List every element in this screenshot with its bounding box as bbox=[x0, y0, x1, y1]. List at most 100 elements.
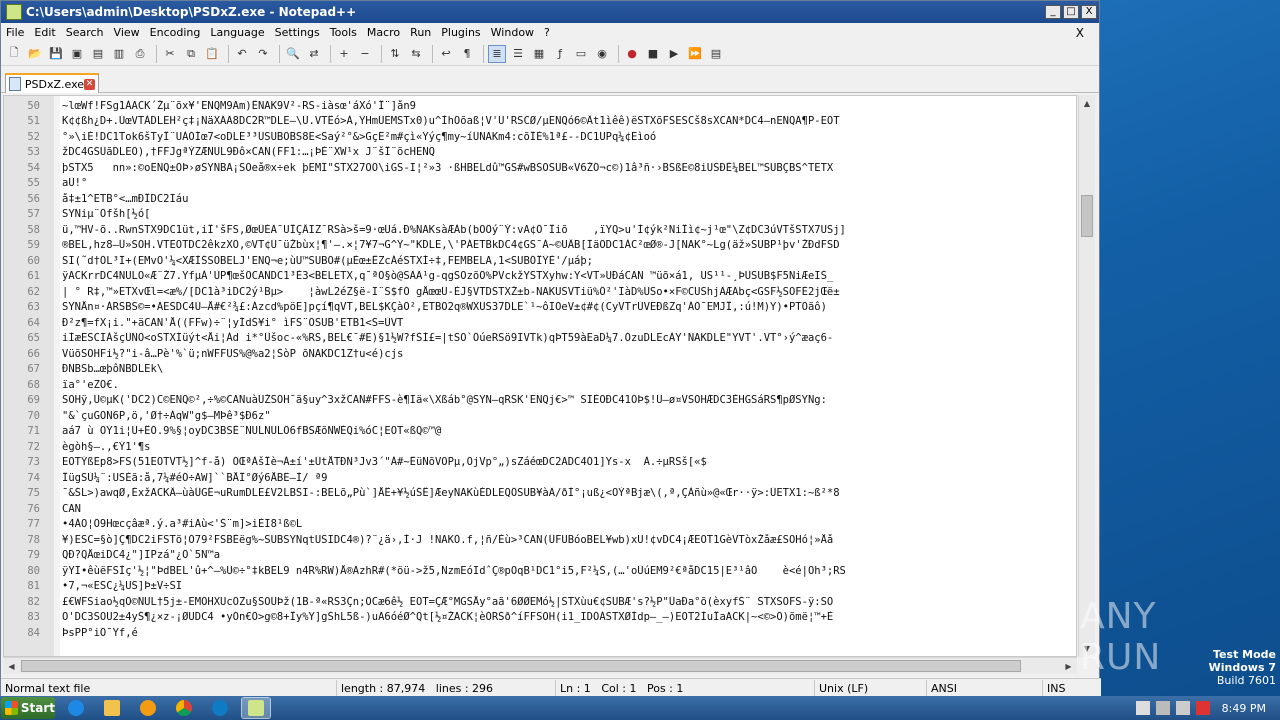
doc-map-icon[interactable]: ▦ bbox=[530, 45, 548, 63]
editor-line[interactable]: 58 ü,™HV-õ..RwnSTX9DC1üt,iÎ'šFS,ØœÛÈÄ¯UÎÇ… bbox=[4, 222, 1076, 238]
sync-horizontal-icon[interactable]: ⇆ bbox=[407, 45, 425, 63]
menu-file[interactable]: File bbox=[1, 26, 29, 39]
tray-flag-icon[interactable] bbox=[1135, 701, 1150, 715]
editor-line[interactable]: 56 å‡±1^ETB°<…mÐÎDC2Iáu bbox=[4, 191, 1076, 207]
minimize-button[interactable]: _ bbox=[1045, 5, 1061, 19]
editor-line[interactable]: 69 SOHÿ,Ü©µK('DC2)C©ENQ©²,÷%©CANuàÜŽSOH¯ã… bbox=[4, 393, 1076, 409]
stop-macro-icon[interactable]: ■ bbox=[644, 45, 662, 63]
editor-line[interactable]: 50 ~lœWf!FSg1ÀACK´Žµ¨õx¥'ENQM9Am)ÊNAK9V²-… bbox=[4, 98, 1076, 114]
horizontal-scroll-thumb[interactable] bbox=[21, 660, 1021, 672]
maximize-button[interactable]: □ bbox=[1063, 5, 1079, 19]
tab-close-icon[interactable]: ✕ bbox=[84, 78, 95, 90]
scroll-right-icon[interactable]: ▶ bbox=[1060, 658, 1077, 675]
editor-line[interactable]: 78 ¥)ESC=§ò]Ç¶DC2iFSTõ¦Ó79²FSBÈëg%~SUBSYN… bbox=[4, 532, 1076, 548]
menu-view[interactable]: View bbox=[109, 26, 145, 39]
tray-network-icon[interactable] bbox=[1155, 701, 1170, 715]
play-multiple-icon[interactable]: ⏩ bbox=[686, 45, 704, 63]
copy-icon[interactable]: ⧉ bbox=[182, 45, 200, 63]
menu-run[interactable]: Run bbox=[405, 26, 436, 39]
editor-line[interactable]: 60 SI(˜d†ÓL³Ï+(EMvO'¼<XÆÌŠSOBELJ'ENQ¬e;ùU… bbox=[4, 253, 1076, 269]
editor-line[interactable]: 79 QÐ?QÅœiDC4¿"]IPzá"¿Ô`5Ñ™a bbox=[4, 548, 1076, 564]
editor-line[interactable]: 62 | ° R‡,™»ETXvŒl=<æ%/[DC1à³iDC2ý¹Bµ> ¦à… bbox=[4, 284, 1076, 300]
editor-line[interactable]: 75 ¯&ŠL>)awqØ,ÈxžACKÂ—ùàÛGÊ¬uRumDLE£V2LBS… bbox=[4, 486, 1076, 502]
editor-line[interactable]: 52 °»\iÈ!DC1Tok6šTyÎ¨UÀÓÍœ7<oDLE³³ÜSUBÕBS… bbox=[4, 129, 1076, 145]
monitoring-icon[interactable]: ◉ bbox=[593, 45, 611, 63]
editor-line[interactable]: 82 £€WFSiao½qÕ©NUL†5j±-EMOHXUcÕZu§SOÜÞž(1… bbox=[4, 594, 1076, 610]
save-icon[interactable]: 💾 bbox=[47, 45, 65, 63]
menu-tools[interactable]: Tools bbox=[325, 26, 362, 39]
tray-security-icon[interactable] bbox=[1195, 701, 1210, 715]
editor-line[interactable]: 63 SYNÅn¤·ÀRSBS©=•ÃESDC4Ù—Å#€²¾£:Ázcd%pöE… bbox=[4, 300, 1076, 316]
editor[interactable]: 50 ~lœWf!FSg1ÀACK´Žµ¨õx¥'ENQM9Am)ÊNAK9V²-… bbox=[3, 95, 1077, 657]
close-document-x[interactable]: X bbox=[1071, 26, 1089, 40]
open-file-icon[interactable]: 📂 bbox=[26, 45, 44, 63]
editor-line[interactable]: 83 Õ'DC3SOU2±4yŠ¶¿×z-¡ØUDC4 •yÓn€Ò>g©8+Îy… bbox=[4, 610, 1076, 626]
find-icon[interactable]: 🔍 bbox=[284, 45, 302, 63]
undo-icon[interactable]: ↶ bbox=[233, 45, 251, 63]
indent-guide-icon[interactable]: ≣ bbox=[488, 44, 506, 63]
paste-icon[interactable]: 📋 bbox=[203, 45, 221, 63]
editor-line[interactable]: 80 ÿYI•êùëFSÌç'½¦"ÞdBEL'û+^–%Ü©÷°‡kBEL9 n… bbox=[4, 563, 1076, 579]
editor-line[interactable]: 76 CAN bbox=[4, 501, 1076, 517]
print-icon[interactable]: ⎙ bbox=[131, 45, 149, 63]
taskbar-edge[interactable] bbox=[205, 697, 235, 719]
menu-macro[interactable]: Macro bbox=[362, 26, 405, 39]
word-wrap-icon[interactable]: ↩ bbox=[437, 45, 455, 63]
clock[interactable]: 8:49 PM bbox=[1222, 702, 1266, 715]
editor-line[interactable]: 55 aÜ!° bbox=[4, 176, 1076, 192]
vertical-scroll-thumb[interactable] bbox=[1081, 195, 1093, 237]
play-macro-icon[interactable]: ▶ bbox=[665, 45, 683, 63]
sync-vertical-icon[interactable]: ⇅ bbox=[386, 45, 404, 63]
editor-line[interactable]: 54 þSTX5 nn»:©oENQ±ÒÞ›øSYNBA¡SOeå®x÷ek þE… bbox=[4, 160, 1076, 176]
menu-help[interactable]: ? bbox=[539, 26, 555, 39]
taskbar-ie[interactable] bbox=[61, 697, 91, 719]
menu-window[interactable]: Window bbox=[486, 26, 539, 39]
editor-line[interactable]: 67 ÐNBSb…œþôNBDLEk\ bbox=[4, 362, 1076, 378]
editor-line[interactable]: 66 VüõSOHFi½?"i-â…Pè'%`ü;nWFFUS%@%a2¦ŠòP … bbox=[4, 346, 1076, 362]
folder-workspace-icon[interactable]: ▭ bbox=[572, 45, 590, 63]
function-list-icon[interactable]: ƒ bbox=[551, 45, 569, 63]
editor-line[interactable]: 74 ÎügSÙ¼¨:USÈã:å,7¼#éÓ÷AW]``BÅÎ°Øý6ÅBË—Ì… bbox=[4, 470, 1076, 486]
editor-line[interactable]: 70 "&`çuGÕÑ6P,ö,'Ø†÷ÀqW"g$–MÞê³$Ð6z" bbox=[4, 408, 1076, 424]
taskbar-notepadpp[interactable] bbox=[241, 697, 271, 719]
taskbar-explorer[interactable] bbox=[97, 697, 127, 719]
record-macro-icon[interactable]: ● bbox=[623, 45, 641, 63]
editor-line[interactable]: 51 K¢¢ßh¿D+.ÚœVTÀDLEH²ç‡¡ÑäXÄÄ8DC2R™DLE—\… bbox=[4, 114, 1076, 130]
horizontal-scrollbar[interactable]: ◀ ▶ bbox=[3, 657, 1077, 674]
replace-icon[interactable]: ⇄ bbox=[305, 45, 323, 63]
close-button[interactable]: X bbox=[1081, 5, 1097, 19]
editor-line[interactable]: 71 aá7 ù OÝ1i¦Ù+ÊÓ.9%§¦oyDC3BSÈ¨NULNULÖ6f… bbox=[4, 424, 1076, 440]
new-file-icon[interactable]: 🗋 bbox=[5, 45, 23, 63]
start-button[interactable]: Start bbox=[1, 697, 55, 719]
menu-language[interactable]: Language bbox=[205, 26, 269, 39]
editor-line[interactable]: 73 EOTÝßEp8>FS(51EOTVT½]^f-å) ÓŒªÀšÎè¬Á±í… bbox=[4, 455, 1076, 471]
save-all-icon[interactable]: ▣ bbox=[68, 45, 86, 63]
taskbar-media-player[interactable] bbox=[133, 697, 163, 719]
editor-line[interactable]: 68 ïa°'eZÕ€. bbox=[4, 377, 1076, 393]
editor-line[interactable]: 53 žDC4GSÜãDLEÕ),†FFJgªÝZÆNUL9Ðô×CAN(FF1:… bbox=[4, 145, 1076, 161]
udl-icon[interactable]: ☰ bbox=[509, 45, 527, 63]
tray-volume-icon[interactable] bbox=[1175, 701, 1190, 715]
taskbar-chrome[interactable] bbox=[169, 697, 199, 719]
tab-psdxz[interactable]: PSDxZ.exe ✕ bbox=[5, 73, 99, 93]
zoom-in-icon[interactable]: + bbox=[335, 45, 353, 63]
menu-encoding[interactable]: Encoding bbox=[145, 26, 206, 39]
editor-line[interactable]: 59 ®BEL,hz8—Û»SOH.VTEOTDC2êkzXÕ,©VT¢Ü¯üŽb… bbox=[4, 238, 1076, 254]
menu-plugins[interactable]: Plugins bbox=[436, 26, 485, 39]
show-all-chars-icon[interactable]: ¶ bbox=[458, 45, 476, 63]
editor-line[interactable]: 64 Ð²z¶=fX¡i."+äCAN'Å((FFw)÷¨¦yÍdŠ¥i° ìFS… bbox=[4, 315, 1076, 331]
scroll-up-icon[interactable]: ▲ bbox=[1079, 95, 1095, 112]
scroll-left-icon[interactable]: ◀ bbox=[3, 658, 20, 675]
save-macro-icon[interactable]: ▤ bbox=[707, 45, 725, 63]
editor-line[interactable]: 65 iÍæESCIÀšçÜÑÒ<oSTXÍüýt<Åi¦Ád i*°Ûšoc-«… bbox=[4, 331, 1076, 347]
editor-line[interactable]: 61 ÿACKrrDC4NULO«Æ¨Ž7.ŸfµÀ'ÙP¶œšÕCANDC1³È… bbox=[4, 269, 1076, 285]
close-file-icon[interactable]: ▤ bbox=[89, 45, 107, 63]
cut-icon[interactable]: ✂ bbox=[161, 45, 179, 63]
vertical-scrollbar[interactable]: ▲ ▼ bbox=[1078, 95, 1095, 657]
editor-line[interactable]: 77 •4ÀO¦Ö9Hœcçâæª.ý.a³#iÃù<'Š¨m]>iÈÏ8¹ß©L bbox=[4, 517, 1076, 533]
editor-line[interactable]: 81 •7,¬«ESC¿¼US]Þ±V÷SI bbox=[4, 579, 1076, 595]
redo-icon[interactable]: ↷ bbox=[254, 45, 272, 63]
close-all-icon[interactable]: ▥ bbox=[110, 45, 128, 63]
editor-line[interactable]: 72 ègòh§–.,€Ý1'¶s bbox=[4, 439, 1076, 455]
menu-edit[interactable]: Edit bbox=[29, 26, 60, 39]
